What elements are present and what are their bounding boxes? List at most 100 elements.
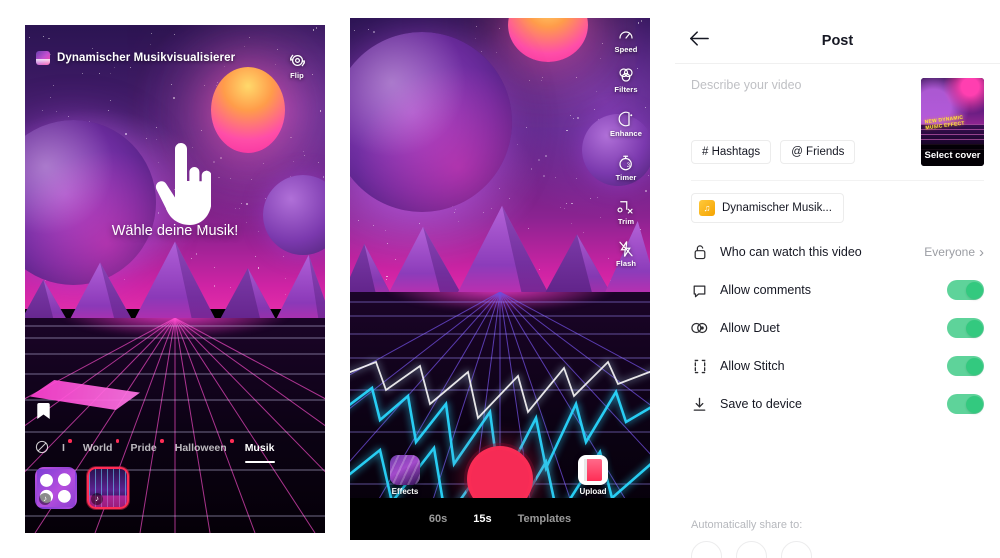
tool-filters[interactable]: Filters bbox=[604, 66, 648, 94]
speed-icon bbox=[619, 31, 633, 39]
row-allow-comments[interactable]: Allow comments bbox=[675, 271, 1000, 309]
new-dot bbox=[160, 439, 164, 443]
share-circle-3-icon[interactable] bbox=[781, 541, 812, 558]
select-cover-button[interactable]: NEW DYNAMIC MUSIC EFFECT Select cover bbox=[921, 78, 984, 166]
panel-post-screen: Post Describe your video # Hashtags @ Fr… bbox=[675, 18, 1000, 558]
flip-label: Flip bbox=[290, 71, 304, 80]
effect-thumbnail-icon bbox=[36, 51, 50, 65]
effect-tab-label: Pride bbox=[130, 442, 157, 454]
panel-camera-record: Speed Filters Enhance 3 Timer Trim Flash… bbox=[350, 18, 650, 540]
mode-60s[interactable]: 60s bbox=[429, 513, 447, 525]
effect-thumb-dots[interactable]: ♪ bbox=[35, 467, 77, 509]
upload-button[interactable]: Upload bbox=[578, 455, 608, 496]
effect-tab-none[interactable] bbox=[33, 440, 53, 457]
row-who-can-watch[interactable]: Who can watch this video Everyone › bbox=[675, 233, 1000, 271]
duet-icon bbox=[691, 321, 708, 335]
upload-label: Upload bbox=[579, 487, 607, 496]
row-label: Allow Stitch bbox=[720, 359, 785, 373]
share-circle-2-icon[interactable] bbox=[736, 541, 767, 558]
pointing-hand-icon bbox=[155, 143, 212, 225]
row-save-to-device[interactable]: Save to device bbox=[675, 385, 1000, 423]
tap-hand-cursor bbox=[153, 143, 212, 230]
row-label: Save to device bbox=[720, 397, 802, 411]
row-value: Everyone › bbox=[924, 245, 984, 260]
music-badge: ♪ bbox=[91, 493, 103, 505]
lock-icon bbox=[691, 244, 708, 260]
effect-title-chip: Dynamischer Musikvisualisierer bbox=[36, 51, 235, 65]
effect-tab-label: Musik bbox=[244, 442, 275, 454]
tool-label: Enhance bbox=[610, 129, 642, 138]
enhance-icon bbox=[618, 111, 633, 127]
trim-icon bbox=[617, 201, 633, 214]
description-input[interactable]: Describe your video bbox=[691, 78, 911, 92]
music-note-icon: ♫ bbox=[699, 200, 715, 216]
row-label: Allow comments bbox=[720, 283, 811, 297]
auto-share-section: Automatically share to: bbox=[675, 519, 1000, 558]
tool-flash[interactable]: Flash bbox=[604, 240, 648, 268]
comment-icon bbox=[691, 283, 708, 298]
music-badge: ♪ bbox=[39, 493, 51, 505]
effect-tab-label: World bbox=[82, 442, 113, 454]
mode-15s[interactable]: 15s bbox=[473, 513, 491, 525]
effect-category-tabs[interactable]: I World Pride Halloween Musik bbox=[25, 439, 325, 463]
divider bbox=[691, 180, 984, 181]
toggle-allow-duet[interactable] bbox=[947, 318, 984, 338]
back-button[interactable] bbox=[689, 30, 709, 52]
tool-label: Speed bbox=[614, 45, 638, 54]
row-label: Allow Duet bbox=[720, 321, 780, 335]
tool-label: Timer bbox=[615, 173, 637, 182]
effect-tab-musik[interactable]: Musik bbox=[236, 442, 284, 463]
effect-thumbnail-list[interactable]: ♪ ♪ bbox=[35, 467, 129, 509]
tool-enhance[interactable]: Enhance bbox=[604, 110, 648, 138]
tool-label: Filters bbox=[614, 85, 638, 94]
effect-thumb-grid[interactable]: ♪ bbox=[87, 467, 129, 509]
new-dot bbox=[68, 439, 72, 443]
bookmark-button[interactable] bbox=[37, 403, 50, 424]
download-icon bbox=[691, 397, 708, 412]
effects-button[interactable]: Effects bbox=[390, 455, 420, 496]
friends-button[interactable]: @ Friends bbox=[780, 140, 856, 164]
flip-camera-button[interactable]: Flip bbox=[275, 51, 319, 80]
sun bbox=[211, 67, 285, 153]
music-label: Dynamischer Musik... bbox=[722, 202, 832, 214]
effect-title-text: Dynamischer Musikvisualisierer bbox=[57, 52, 236, 64]
upload-thumbnail-icon bbox=[578, 455, 608, 485]
music-chip[interactable]: ♫ Dynamischer Musik... bbox=[691, 193, 844, 223]
description-section: Describe your video # Hashtags @ Friends… bbox=[675, 64, 1000, 166]
effect-tab-label: I bbox=[62, 442, 65, 454]
effect-tab-i[interactable]: I bbox=[53, 439, 74, 454]
post-header: Post bbox=[675, 18, 1000, 64]
chevron-right-icon: › bbox=[979, 243, 984, 261]
settings-list: Who can watch this video Everyone › Allo… bbox=[675, 233, 1000, 423]
tool-label: Flash bbox=[615, 259, 637, 268]
toggle-allow-stitch[interactable] bbox=[947, 356, 984, 376]
privacy-value: Everyone bbox=[924, 245, 975, 259]
row-allow-stitch[interactable]: Allow Stitch bbox=[675, 347, 1000, 385]
filters-icon bbox=[619, 68, 633, 82]
tool-label: Trim bbox=[617, 217, 635, 226]
effect-tab-world[interactable]: World bbox=[74, 439, 122, 454]
tool-speed[interactable]: Speed bbox=[604, 26, 648, 54]
tool-trim[interactable]: Trim bbox=[604, 198, 648, 226]
screenshot-root: Dynamischer Musikvisualisierer Flip Wähl… bbox=[0, 0, 1000, 558]
flash-off-icon bbox=[619, 241, 633, 257]
panel-effect-picker: Dynamischer Musikvisualisierer Flip Wähl… bbox=[25, 25, 325, 533]
share-circle-1-icon[interactable] bbox=[691, 541, 722, 558]
bookmark-icon bbox=[37, 403, 50, 419]
select-cover-label: Select cover bbox=[921, 144, 984, 166]
effect-tab-pride[interactable]: Pride bbox=[121, 439, 165, 454]
mode-templates[interactable]: Templates bbox=[518, 513, 572, 525]
effect-tab-halloween[interactable]: Halloween bbox=[166, 439, 236, 454]
page-title: Post bbox=[821, 32, 854, 49]
back-arrow-icon bbox=[690, 30, 709, 46]
record-mode-bar[interactable]: 60s 15s Templates bbox=[350, 498, 650, 540]
row-allow-duet[interactable]: Allow Duet bbox=[675, 309, 1000, 347]
new-dot bbox=[230, 439, 234, 443]
stitch-icon bbox=[691, 359, 708, 374]
tool-timer[interactable]: 3 Timer bbox=[604, 154, 648, 182]
toggle-save-to-device[interactable] bbox=[947, 394, 984, 414]
tag-buttons: # Hashtags @ Friends bbox=[691, 140, 911, 164]
auto-share-label: Automatically share to: bbox=[691, 519, 803, 531]
hashtags-button[interactable]: # Hashtags bbox=[691, 140, 772, 164]
toggle-allow-comments[interactable] bbox=[947, 280, 984, 300]
